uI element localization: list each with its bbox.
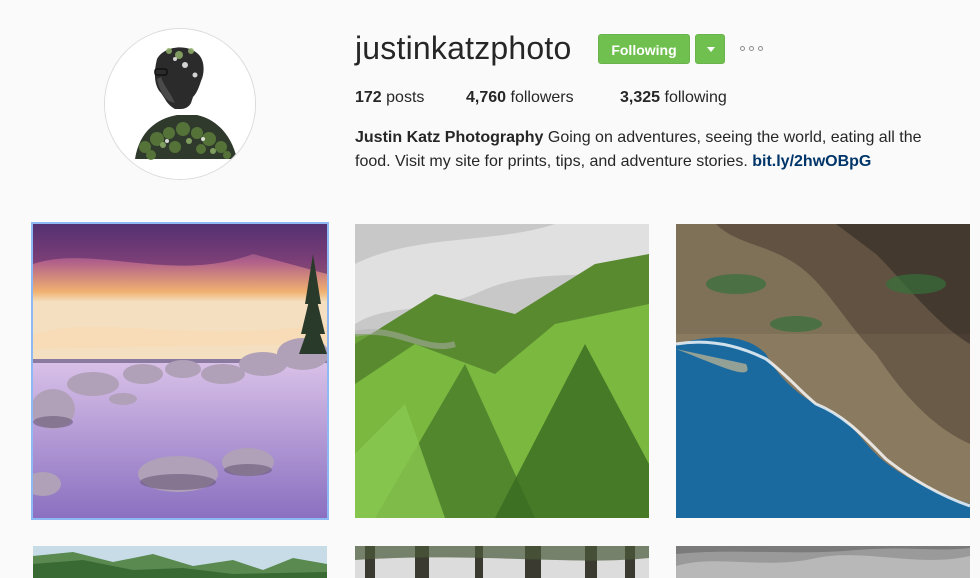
profile-username: justinkatzphoto (355, 30, 572, 66)
post-image-lake (33, 224, 327, 518)
ellipsis-icon (740, 45, 745, 51)
post-image-forest (355, 546, 649, 578)
posts-count: 172 (355, 89, 382, 106)
following-button[interactable]: Following (598, 34, 690, 64)
ellipsis-icon-dot (758, 45, 763, 51)
profile-page: justinkatzphoto Following 172 posts 4,76… (0, 0, 980, 578)
followers-count: 4,760 (466, 89, 507, 106)
following-count: 3,325 (620, 89, 661, 106)
post-thumbnail[interactable] (355, 224, 649, 518)
post-thumbnail[interactable] (676, 224, 970, 518)
followers-stat[interactable]: 4,760 followers (466, 88, 574, 108)
following-stat[interactable]: 3,325 following (620, 88, 727, 108)
post-thumbnail[interactable] (355, 546, 649, 578)
ellipsis-icon-dot (749, 45, 754, 51)
post-thumbnail[interactable] (676, 546, 970, 578)
followers-label: followers (510, 89, 574, 106)
posts-label: posts (386, 89, 425, 106)
profile-avatar[interactable] (104, 28, 256, 180)
post-image-coast (33, 546, 327, 578)
post-image-clouds (676, 546, 970, 578)
post-thumbnail[interactable] (31, 222, 329, 520)
follow-options-button[interactable] (695, 34, 725, 64)
post-image-cliffs (676, 224, 970, 518)
bio-link[interactable]: bit.ly/2hwOBpG (752, 153, 871, 170)
following-label: following (664, 89, 727, 106)
bio-full-name: Justin Katz Photography (355, 129, 544, 146)
profile-bio: Justin Katz Photography Going on adventu… (355, 126, 955, 174)
more-options-button[interactable] (740, 43, 768, 53)
caret-down-icon (707, 47, 715, 52)
avatar-image (105, 29, 255, 179)
posts-stat: 172 posts (355, 88, 424, 108)
post-image-mountains (355, 224, 649, 518)
post-thumbnail[interactable] (33, 546, 327, 578)
